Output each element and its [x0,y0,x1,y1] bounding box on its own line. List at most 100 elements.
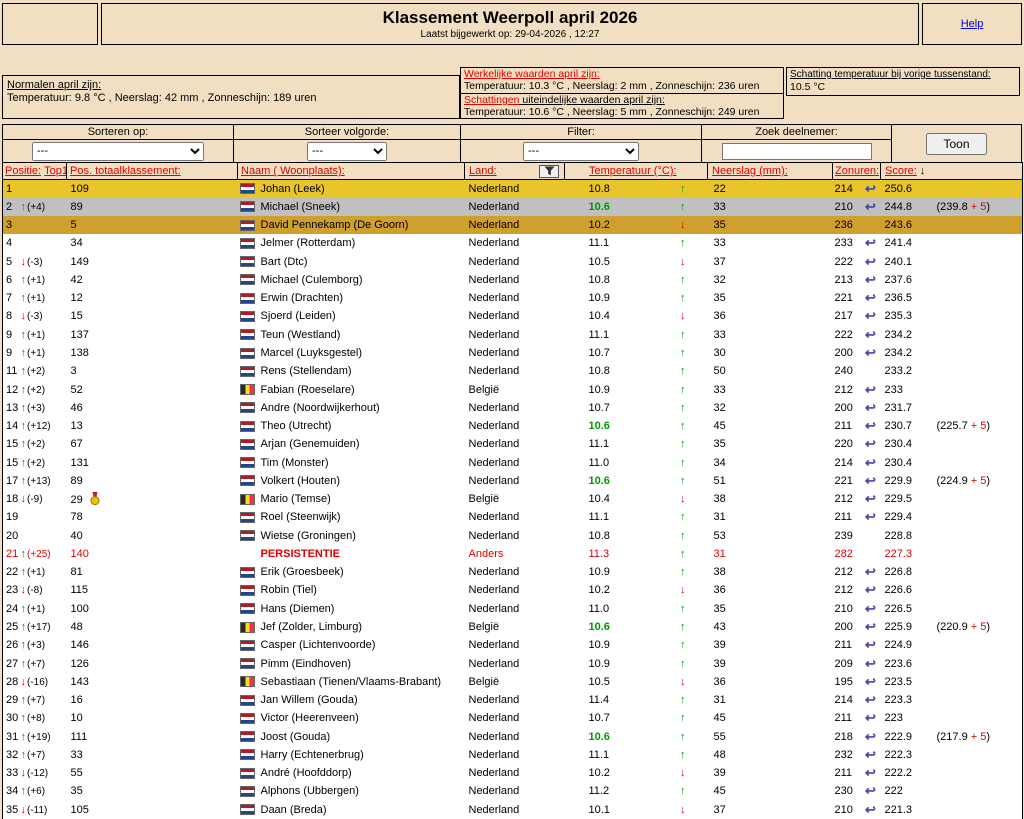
revised-cell [861,527,881,545]
temperature-wrap: 10.7 ↑ [565,347,708,359]
sun-hours-cell: 210 [834,803,853,816]
column-score-link[interactable]: Score: [885,165,917,177]
sort-select[interactable]: --- [32,141,204,161]
bonus-cell [934,709,1024,728]
sun-hours-cell: 230 [834,785,853,798]
overall-position: 138 [70,347,89,360]
position-cell: 34 [2,782,19,801]
revised-cell: ↩ [861,691,881,709]
table-row: 9 ↑(+1) 138 Marcel (Luyksgestel) Nederland 10… [2,343,1024,363]
actuals-title-link[interactable]: Werkelijke waarden april zijn: [464,68,600,80]
info-row: Normalen april zijn: Temperatuur: 9.8 °C… [2,67,1022,119]
movement-cell: ↓(-12) [19,764,67,782]
temperature-cell: 10.7 ↑ [565,709,708,727]
position-cell: 9 [2,325,19,344]
temperature-down-icon: ↓ [680,767,686,780]
order-select[interactable]: --- [307,141,387,161]
bonus-cell: (217.9 + 5) [934,727,1024,746]
revised-cell: ↩ [861,399,881,417]
column-top10-link[interactable]: Top10 [44,165,65,177]
name-wrapper: Sjoerd (Leiden) [238,310,465,322]
filter-select[interactable]: --- [523,141,639,161]
show-button[interactable]: Toon [926,132,987,155]
movement-delta: (+3) [27,402,46,414]
temperature-value: 10.8 [588,529,610,542]
table-row: 15 ↑(+2) 67 Arjan (Genemuiden) Nederland 11.1… [2,435,1024,454]
help-link[interactable]: Help [961,18,984,30]
be-flag-icon [239,493,255,505]
overall-position: 67 [70,438,83,451]
name-wrapper: Michael (Culemborg) [238,274,465,286]
participant-name: Andre (Noordwijkerhout) [260,401,380,414]
country-cell: Nederland [468,200,520,213]
position-cell: 23 [2,581,19,600]
temperature-wrap: 10.6 ↑ [565,621,708,633]
overall-position-cell: 81 [67,563,238,581]
score-cell: 225.9 [884,621,913,633]
column-zonuren-link[interactable]: Zonuren: [835,165,879,177]
temperature-wrap: 11.1 ↑ [565,329,708,341]
nl-flag-icon [239,310,255,322]
temperature-up-icon: ↑ [680,712,686,725]
country-cell: Nederland [468,255,520,268]
column-temperatuur-link[interactable]: Temperatuur (°C): [589,165,677,177]
participant-name: Erik (Groesbeek) [260,566,344,579]
column-pos-totaal-link[interactable]: Pos. totaalklassement: [70,165,181,177]
movement-cell: ↑(+8) [19,709,67,727]
participant-name: Sjoerd (Leiden) [260,310,336,323]
nl-flag-icon [239,566,255,578]
score-cell: 234.2 [884,328,913,341]
score-cell: 230.7 [884,420,913,433]
temperature-up-icon: ↑ [680,456,686,469]
column-neerslag-link[interactable]: Neerslag (mm): [712,165,788,177]
score-cell: 233 [884,383,903,396]
movement-cell: ↑(+3) [19,636,67,654]
score-cell: 231.7 [884,401,913,414]
name-wrapper: Sebastiaan (Tienen/Vlaams-Brabant) [238,676,465,688]
column-positie-link[interactable]: Positie: [5,165,41,177]
table-row: 18 ↓(-9) 29 Mario (Temse) België 10.4 ↓ 38 212 ↩ 2… [2,490,1024,509]
land-filter-button[interactable] [539,164,559,178]
name-cell: André (Hoofddorp) [238,764,465,782]
movement-delta: (-9) [27,494,43,506]
movement-cell: ↑(+2) [19,453,67,471]
bonus-cell [934,325,1024,344]
overall-position: 33 [70,748,83,761]
temperature-wrap: 10.1 ↓ [565,804,708,816]
precipitation-cell: 43 [713,621,726,633]
revised-icon: ↩ [865,728,876,744]
bonus-cell [934,782,1024,801]
precipitation-cell: 22 [713,182,726,195]
temperature-wrap: 10.7 ↑ [565,402,708,414]
search-input[interactable] [721,142,872,160]
temperature-wrap: 10.5 ↓ [565,676,708,688]
name-wrapper: Mario (Temse) [238,493,465,505]
bonus-cell [934,599,1024,618]
temperature-up-icon: ↑ [680,365,686,378]
score-cell: 223.3 [884,694,913,707]
sun-hours-cell: 218 [834,730,853,743]
movement-delta: (+19) [27,731,51,743]
overall-position-cell: 52 [67,380,238,398]
temperature-wrap: 10.9 ↑ [565,658,708,670]
column-land-link[interactable]: Land: [469,165,497,177]
overall-position-cell: 126 [67,654,238,672]
revised-icon: ↩ [865,564,876,580]
score-cell: 228.8 [884,529,913,542]
sun-hours-cell: 211 [834,420,853,433]
temperature-value: 10.8 [588,365,610,378]
overall-position: 55 [70,767,83,780]
estimates-title-link[interactable]: Schattingen [464,94,519,106]
position-cell: 18 [2,490,19,509]
bonus-plus: + 5 [970,474,987,487]
column-naam-link[interactable]: Naam ( Woonplaats): [241,165,345,177]
temperature-cell: 11.1 ↑ [565,234,708,252]
participant-name: Victor (Heerenveen) [260,712,359,725]
nl-flag-icon [239,329,255,341]
sun-hours-cell: 221 [834,474,853,487]
overall-position: 35 [70,785,83,798]
score-sort-arrow-icon[interactable]: ↓ [920,165,926,177]
overall-position: 115 [70,584,89,597]
movement-cell [19,234,67,252]
sun-hours-cell: 212 [834,493,853,506]
